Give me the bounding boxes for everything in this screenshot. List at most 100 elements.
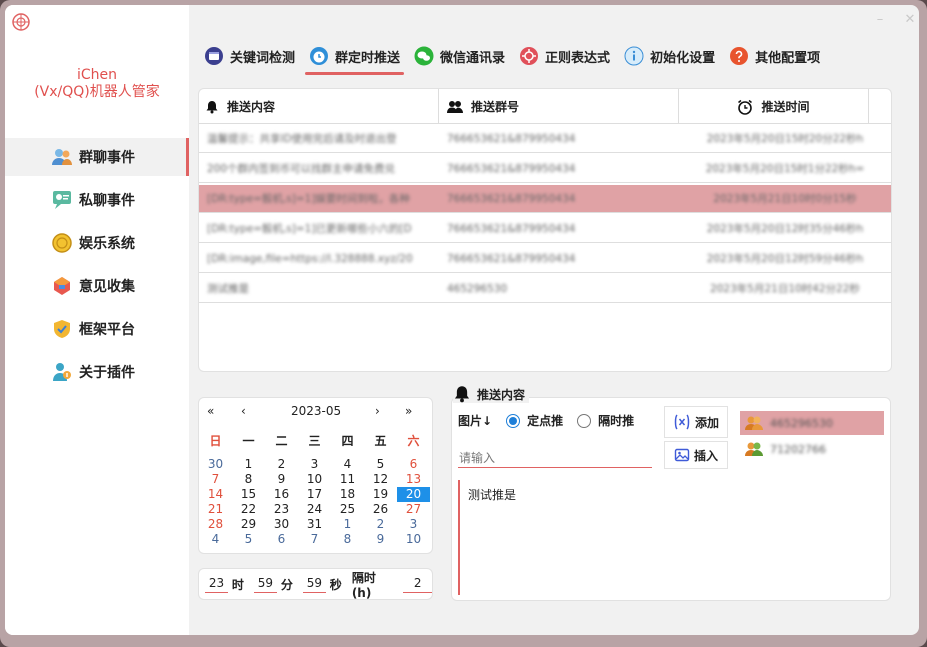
weekday-label: 二 xyxy=(275,434,288,448)
table-row[interactable]: [DR:type=骰机,s]=1]已更新哪些小六的[D 766653621&87… xyxy=(199,215,891,243)
calendar-day[interactable]: 10 xyxy=(298,472,331,487)
calendar-day[interactable]: 3 xyxy=(397,517,430,532)
sidebar-item-private-events[interactable]: 私聊事件 xyxy=(5,181,189,219)
prev-year-icon[interactable]: « xyxy=(207,404,214,418)
list-item-selected[interactable]: 465296530 xyxy=(740,411,884,435)
calendar-day[interactable]: 31 xyxy=(298,517,331,532)
calendar-day[interactable]: 23 xyxy=(265,502,298,517)
user-info-icon xyxy=(53,363,71,381)
calendar-day[interactable]: 30 xyxy=(265,517,298,532)
list-item[interactable]: 71202766 xyxy=(740,437,884,461)
radio-interval[interactable] xyxy=(577,413,592,428)
sidebar-item-entertainment[interactable]: 娱乐系统 xyxy=(5,224,189,262)
calendar-day-selected[interactable]: 20 xyxy=(397,487,430,502)
cell-group: 766653621&879950434 xyxy=(447,132,576,145)
table-row-selected[interactable]: [DR:type=骰机,s]=1]娱要时间到啦，各种 766653621&879… xyxy=(199,185,891,213)
calendar-day[interactable]: 3 xyxy=(298,457,331,472)
column-header-content[interactable]: 推送内容 xyxy=(199,89,439,124)
calendar-day[interactable]: 17 xyxy=(298,487,331,502)
close-icon[interactable]: ✕ xyxy=(903,13,917,27)
column-header-time[interactable]: 推送时间 xyxy=(679,89,869,124)
calendar-day[interactable]: 12 xyxy=(364,472,397,487)
calendar-day[interactable]: 8 xyxy=(232,472,265,487)
table-row[interactable]: [DR:image,file=https://l.328888.xyz/20 7… xyxy=(199,245,891,273)
calendar-day[interactable]: 1 xyxy=(331,517,364,532)
sidebar-item-feedback[interactable]: 意见收集 xyxy=(5,267,189,305)
insert-button[interactable]: 插入 xyxy=(664,441,728,469)
calendar-day[interactable]: 6 xyxy=(397,457,430,472)
tab-label: 初始化设置 xyxy=(650,50,716,66)
image-type-dropdown[interactable]: 图片↓ xyxy=(458,412,492,429)
calendar-day[interactable]: 11 xyxy=(331,472,364,487)
tab-group-scheduled-push[interactable]: 群定时推送 xyxy=(303,41,406,75)
tab-regex[interactable]: 正则表达式 xyxy=(513,41,616,71)
calendar-day[interactable]: 5 xyxy=(232,532,265,547)
second-input[interactable]: 59 xyxy=(302,576,326,593)
calendar-day[interactable]: 22 xyxy=(232,502,265,517)
calendar-day[interactable]: 4 xyxy=(199,532,232,547)
tab-other-config[interactable]: 其他配置项 xyxy=(723,41,826,71)
second-label: 秒 xyxy=(329,577,342,592)
calendar-day[interactable]: 25 xyxy=(331,502,364,517)
tab-wechat-contacts[interactable]: 微信通讯录 xyxy=(408,41,511,71)
minute-input[interactable]: 59 xyxy=(253,576,277,593)
push-text-area[interactable]: 测试推是 xyxy=(458,480,728,595)
calendar-day[interactable]: 4 xyxy=(331,457,364,472)
next-month-icon[interactable]: › xyxy=(375,404,380,418)
calendar-day[interactable]: 16 xyxy=(265,487,298,502)
calendar-day[interactable]: 7 xyxy=(199,472,232,487)
hour-input[interactable]: 23 xyxy=(205,576,228,593)
cell-content: 温馨提示：共享ID使用完后请及时退出登 xyxy=(207,133,397,145)
sidebar-item-label: 娱乐系统 xyxy=(79,236,135,252)
push-input[interactable]: 请输入 xyxy=(458,448,652,468)
calendar-day[interactable]: 7 xyxy=(298,532,331,547)
minimize-icon[interactable]: – xyxy=(873,13,887,27)
insert-button-label: 插入 xyxy=(693,448,718,463)
calendar-day[interactable]: 6 xyxy=(265,532,298,547)
table-row[interactable]: 测试推是 465296530 2023年5月21日10时42分22秒 xyxy=(199,275,891,303)
add-button[interactable]: 添加 xyxy=(664,406,728,438)
app-frame: iChen (Vx/QQ)机器人管家 群聊事件 私聊事件 娱乐系统 意见收集 框… xyxy=(0,0,927,647)
table-row[interactable]: 温馨提示：共享ID使用完后请及时退出登 766653621&879950434 … xyxy=(199,125,891,153)
alarm-clock-icon xyxy=(738,99,753,115)
calendar-day[interactable]: 30 xyxy=(199,457,232,472)
calendar-day[interactable]: 26 xyxy=(364,502,397,517)
minute-label: 分 xyxy=(280,577,293,592)
calendar-day[interactable]: 8 xyxy=(331,532,364,547)
group-id: 465296530 xyxy=(770,416,833,430)
calendar-day[interactable]: 15 xyxy=(232,487,265,502)
brand-title: iChen (Vx/QQ)机器人管家 xyxy=(5,67,189,101)
sidebar-item-about[interactable]: 关于插件 xyxy=(5,353,189,391)
calendar-day[interactable]: 13 xyxy=(397,472,430,487)
tab-init-settings[interactable]: 初始化设置 xyxy=(618,41,721,71)
calendar-day[interactable]: 9 xyxy=(265,472,298,487)
prev-month-icon[interactable]: ‹ xyxy=(241,404,246,418)
info-icon xyxy=(624,46,644,66)
time-settings: 23 时 59 分 59 秒 隔时(h) 2 xyxy=(198,568,433,600)
calendar-day[interactable]: 21 xyxy=(199,502,232,517)
next-year-icon[interactable]: » xyxy=(405,404,412,418)
interval-input[interactable]: 2 xyxy=(403,576,432,593)
calendar-day[interactable]: 10 xyxy=(397,532,430,547)
tab-keyword-detect[interactable]: 关键词检测 xyxy=(198,41,301,71)
calendar-day[interactable]: 18 xyxy=(331,487,364,502)
calendar-day[interactable]: 29 xyxy=(232,517,265,532)
calendar-day[interactable]: 19 xyxy=(364,487,397,502)
group-chat-icon xyxy=(52,149,72,165)
calendar-day[interactable]: 24 xyxy=(298,502,331,517)
calendar-day[interactable]: 27 xyxy=(397,502,430,517)
calendar-day[interactable]: 9 xyxy=(364,532,397,547)
calendar-day[interactable]: 2 xyxy=(265,457,298,472)
calendar-day[interactable]: 1 xyxy=(232,457,265,472)
calendar-day[interactable]: 5 xyxy=(364,457,397,472)
calendar-day[interactable]: 2 xyxy=(364,517,397,532)
calendar-day[interactable]: 28 xyxy=(199,517,232,532)
sidebar-item-framework[interactable]: 框架平台 xyxy=(5,310,189,348)
radio-fixed[interactable] xyxy=(506,413,521,428)
table-row[interactable]: 200个群内签到币可以找群主申请免费兑 766653621&879950434 … xyxy=(199,155,891,183)
cell-time: 2023年5月20日12时35分46秒h xyxy=(706,223,864,235)
calendar-day[interactable]: 14 xyxy=(199,487,232,502)
sidebar-item-group-events[interactable]: 群聊事件 xyxy=(5,138,189,176)
hour-label: 时 xyxy=(231,577,244,592)
column-header-group[interactable]: 推送群号 xyxy=(439,89,679,124)
